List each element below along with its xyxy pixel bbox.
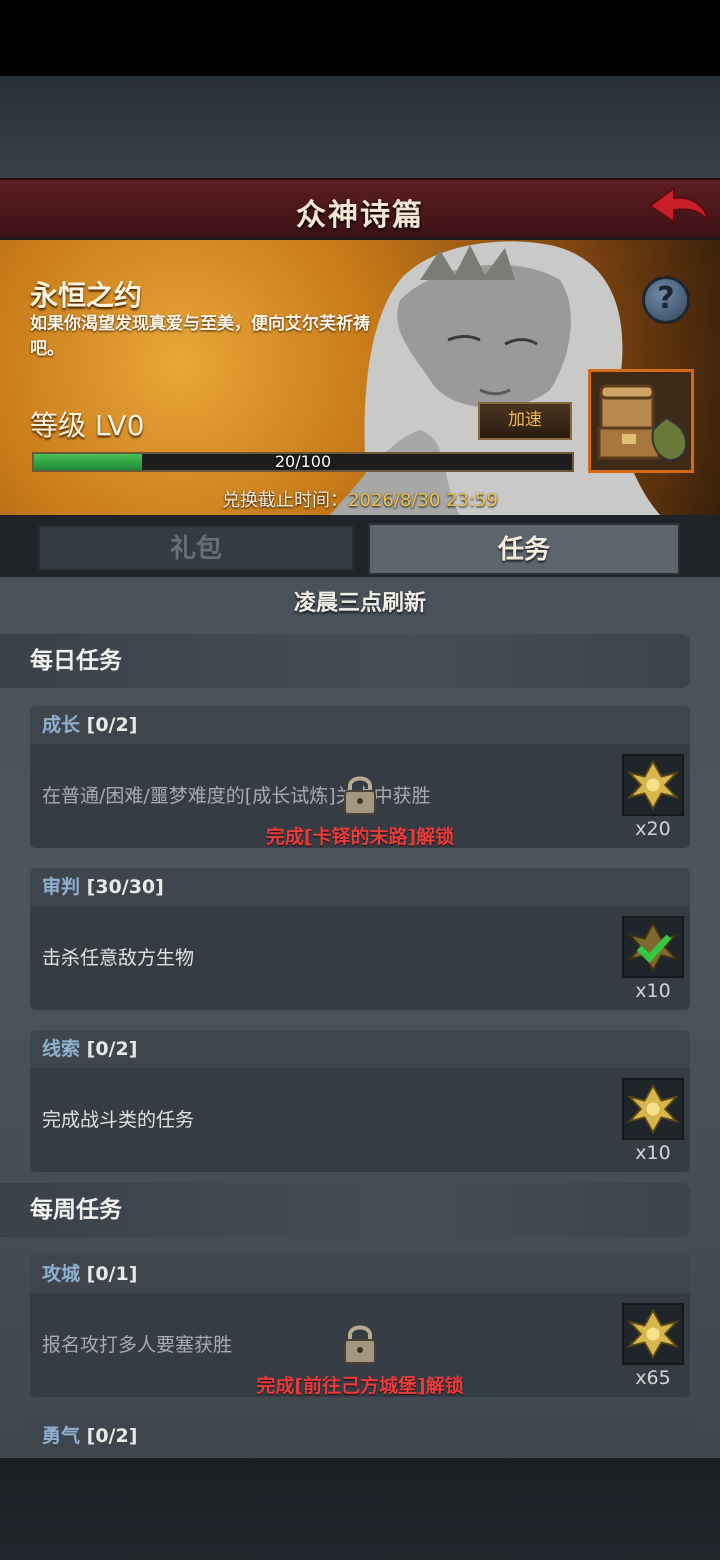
task-category: 勇气 [42,1425,81,1447]
task-count: [0/2] [86,714,138,736]
padlock-icon [344,776,376,815]
back-arrow-icon[interactable] [646,184,710,234]
task-card: 审判 [30/30] 击杀任意敌方生物 x10 [30,868,690,1010]
reward-quantity: x65 [635,1367,671,1389]
daily-tasks-header: 每日任务 [0,634,690,688]
task-count: [0/2] [86,1038,138,1060]
page-title: 众神诗篇 [296,198,424,233]
speed-up-button[interactable]: 加速 [478,402,572,440]
task-header: 成长 [0/2] [30,706,690,744]
task-description: 击杀任意敌方生物 [42,947,195,969]
task-card: 线索 [0/2] 完成战斗类的任务 x10 [30,1030,690,1172]
golden-emblem-icon[interactable] [622,1303,684,1365]
reward-quantity: x10 [635,980,671,1002]
event-title: 永恒之约 [30,279,143,312]
padlock-icon [344,1325,376,1364]
question-mark-icon[interactable]: ? [642,276,690,324]
deadline-date: 2026/8/30 23:59 [348,490,498,511]
task-description: 报名攻打多人要塞获胜 [42,1334,233,1356]
tab-bar: 礼包 任务 [0,515,720,577]
task-header: 攻城 [0/1] [30,1255,690,1293]
task-header: 勇气 [0/2] [30,1417,690,1455]
task-body: 在普通/困难/噩梦难度的[成长试炼]关卡中获胜 完成[卡铎的末路]解锁 x20 [30,744,690,848]
task-card: 成长 [0/2] 在普通/困难/噩梦难度的[成长试炼]关卡中获胜 完成[卡铎的末… [30,706,690,848]
task-description: 完成战斗类的任务 [42,1109,195,1131]
task-category: 审判 [42,876,81,898]
task-category: 成长 [42,714,81,736]
progress-text: 20/100 [274,452,332,471]
refresh-notice: 凌晨三点刷新 [293,591,426,616]
reward-quantity: x20 [635,818,671,840]
task-count: [0/2] [86,1425,138,1447]
task-body: 完成战斗类的任务 x10 [30,1068,690,1172]
golden-emblem-icon[interactable] [622,1078,684,1140]
unlock-requirement: 完成[前往己方城堡]解锁 [256,1375,464,1397]
task-header: 线索 [0/2] [30,1030,690,1068]
task-card: 攻城 [0/1] 报名攻打多人要塞获胜 完成[前往己方城堡]解锁 x65 [30,1255,690,1397]
task-category: 线索 [42,1038,81,1060]
weekly-tasks-header: 每周任务 [0,1183,690,1237]
golden-emblem-icon[interactable] [622,754,684,816]
event-banner: 永恒之约 如果你渴望发现真爱与至美，便向艾尔芙祈祷吧。 等级 LV0 ? 加速 … [0,240,720,515]
task-header: 审判 [30/30] [30,868,690,906]
exchange-deadline: 兑换截止时间：2026/8/30 23:59 [0,486,720,512]
navigation-bar-area [0,1458,720,1560]
task-card: 勇气 [0/2] [30,1417,690,1455]
level-progress-bar: 20/100 [32,452,574,472]
task-body: 击杀任意敌方生物 x10 [30,906,690,1010]
deadline-label: 兑换截止时间： [222,490,349,511]
tab-tasks[interactable]: 任务 [368,523,680,575]
treasure-chest-icon[interactable] [588,369,694,473]
task-count: [30/30] [86,876,164,898]
task-body: 报名攻打多人要塞获胜 完成[前往己方城堡]解锁 x65 [30,1293,690,1397]
task-count: [0/1] [86,1263,138,1285]
task-category: 攻城 [42,1263,81,1285]
event-description: 如果你渴望发现真爱与至美，便向艾尔芙祈祷吧。 [30,314,370,359]
golden-emblem-icon[interactable] [622,916,684,978]
tab-gift-pack[interactable]: 礼包 [38,525,354,571]
title-bar: 众神诗篇 [0,178,720,240]
reward-quantity: x10 [635,1142,671,1164]
level-label: 等级 LV0 [30,409,145,442]
unlock-requirement: 完成[卡铎的末路]解锁 [265,826,455,848]
status-bar-area [0,0,720,76]
